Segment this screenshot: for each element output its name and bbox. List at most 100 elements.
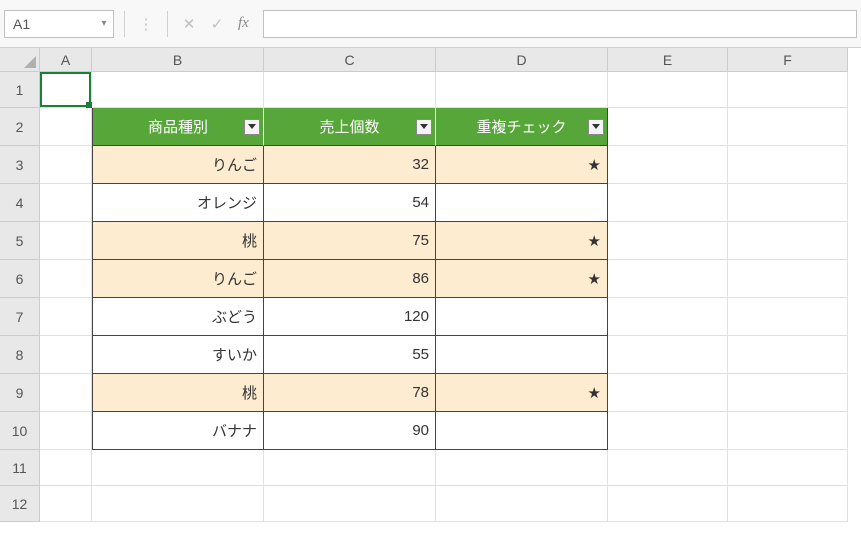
row-header-4[interactable]: 4: [0, 184, 40, 222]
row-header-8[interactable]: 8: [0, 336, 40, 374]
cell-C6[interactable]: 86: [264, 260, 436, 298]
cell-B2[interactable]: 商品種別: [92, 108, 264, 146]
cell-D7[interactable]: [436, 298, 608, 336]
cell-E6[interactable]: [608, 260, 728, 298]
cell-E1[interactable]: [608, 72, 728, 108]
cell-F3[interactable]: [728, 146, 848, 184]
column-header-C[interactable]: C: [264, 48, 436, 72]
cell-C1[interactable]: [264, 72, 436, 108]
cancel-icon[interactable]: ✕: [178, 13, 200, 35]
cell-B12[interactable]: [92, 486, 264, 522]
cell-F4[interactable]: [728, 184, 848, 222]
cell-D10[interactable]: [436, 412, 608, 450]
cell-C10[interactable]: 90: [264, 412, 436, 450]
enter-icon[interactable]: ✓: [206, 13, 228, 35]
cell-E10[interactable]: [608, 412, 728, 450]
cell-A12[interactable]: [40, 486, 92, 522]
column-header-A[interactable]: A: [40, 48, 92, 72]
cell-D1[interactable]: [436, 72, 608, 108]
column-header-E[interactable]: E: [608, 48, 728, 72]
cell-E12[interactable]: [608, 486, 728, 522]
cell-B3[interactable]: りんご: [92, 146, 264, 184]
cell-B5[interactable]: 桃: [92, 222, 264, 260]
cell-A2[interactable]: [40, 108, 92, 146]
cell-D12[interactable]: [436, 486, 608, 522]
cell-C11[interactable]: [264, 450, 436, 486]
cell-A6[interactable]: [40, 260, 92, 298]
cell-E11[interactable]: [608, 450, 728, 486]
cell-D3[interactable]: ★: [436, 146, 608, 184]
cell-F11[interactable]: [728, 450, 848, 486]
cell-D8[interactable]: [436, 336, 608, 374]
cell-F7[interactable]: [728, 298, 848, 336]
cell-C3[interactable]: 32: [264, 146, 436, 184]
cell-C12[interactable]: [264, 486, 436, 522]
cell-D2[interactable]: 重複チェック: [436, 108, 608, 146]
column-header-F[interactable]: F: [728, 48, 848, 72]
cell-A4[interactable]: [40, 184, 92, 222]
cell-E5[interactable]: [608, 222, 728, 260]
cell-C9[interactable]: 78: [264, 374, 436, 412]
row-header-9[interactable]: 9: [0, 374, 40, 412]
cell-F5[interactable]: [728, 222, 848, 260]
row-header-7[interactable]: 7: [0, 298, 40, 336]
cell-C4[interactable]: 54: [264, 184, 436, 222]
cell-A9[interactable]: [40, 374, 92, 412]
cell-A3[interactable]: [40, 146, 92, 184]
cell-E4[interactable]: [608, 184, 728, 222]
row-header-2[interactable]: 2: [0, 108, 40, 146]
cell-B11[interactable]: [92, 450, 264, 486]
cell-C2[interactable]: 売上個数: [264, 108, 436, 146]
formula-input[interactable]: [263, 10, 857, 38]
cell-B7[interactable]: ぶどう: [92, 298, 264, 336]
cell-F6[interactable]: [728, 260, 848, 298]
cell-B6[interactable]: りんご: [92, 260, 264, 298]
cell-A8[interactable]: [40, 336, 92, 374]
row-header-10[interactable]: 10: [0, 412, 40, 450]
row-header-3[interactable]: 3: [0, 146, 40, 184]
cell-F10[interactable]: [728, 412, 848, 450]
cell-B8[interactable]: すいか: [92, 336, 264, 374]
cell-E3[interactable]: [608, 146, 728, 184]
cell-C5[interactable]: 75: [264, 222, 436, 260]
row-header-5[interactable]: 5: [0, 222, 40, 260]
cell-B9[interactable]: 桃: [92, 374, 264, 412]
cell-F2[interactable]: [728, 108, 848, 146]
cell-E9[interactable]: [608, 374, 728, 412]
cell-E7[interactable]: [608, 298, 728, 336]
cell-A10[interactable]: [40, 412, 92, 450]
cell-F8[interactable]: [728, 336, 848, 374]
cell-E8[interactable]: [608, 336, 728, 374]
column-header-D[interactable]: D: [436, 48, 608, 72]
more-icon[interactable]: ⋮: [135, 13, 157, 35]
fx-icon[interactable]: fx: [234, 15, 253, 32]
cell-A11[interactable]: [40, 450, 92, 486]
name-box-dropdown[interactable]: ▾: [95, 18, 113, 29]
cell-B4[interactable]: オレンジ: [92, 184, 264, 222]
filter-dropdown-icon[interactable]: [244, 119, 260, 135]
cell-D6[interactable]: ★: [436, 260, 608, 298]
row-header-6[interactable]: 6: [0, 260, 40, 298]
name-box[interactable]: [5, 14, 95, 34]
cell-D11[interactable]: [436, 450, 608, 486]
row-header-11[interactable]: 11: [0, 450, 40, 486]
cell-D9[interactable]: ★: [436, 374, 608, 412]
cell-D4[interactable]: [436, 184, 608, 222]
cell-F1[interactable]: [728, 72, 848, 108]
cell-A5[interactable]: [40, 222, 92, 260]
cell-D5[interactable]: ★: [436, 222, 608, 260]
row-header-1[interactable]: 1: [0, 72, 40, 108]
cell-B10[interactable]: バナナ: [92, 412, 264, 450]
cell-A1[interactable]: [40, 72, 92, 108]
filter-dropdown-icon[interactable]: [416, 119, 432, 135]
filter-dropdown-icon[interactable]: [588, 119, 604, 135]
cell-A7[interactable]: [40, 298, 92, 336]
row-header-12[interactable]: 12: [0, 486, 40, 522]
cell-F9[interactable]: [728, 374, 848, 412]
select-all-corner[interactable]: [0, 48, 40, 72]
cell-F12[interactable]: [728, 486, 848, 522]
cell-E2[interactable]: [608, 108, 728, 146]
cell-B1[interactable]: [92, 72, 264, 108]
cell-C8[interactable]: 55: [264, 336, 436, 374]
column-header-B[interactable]: B: [92, 48, 264, 72]
